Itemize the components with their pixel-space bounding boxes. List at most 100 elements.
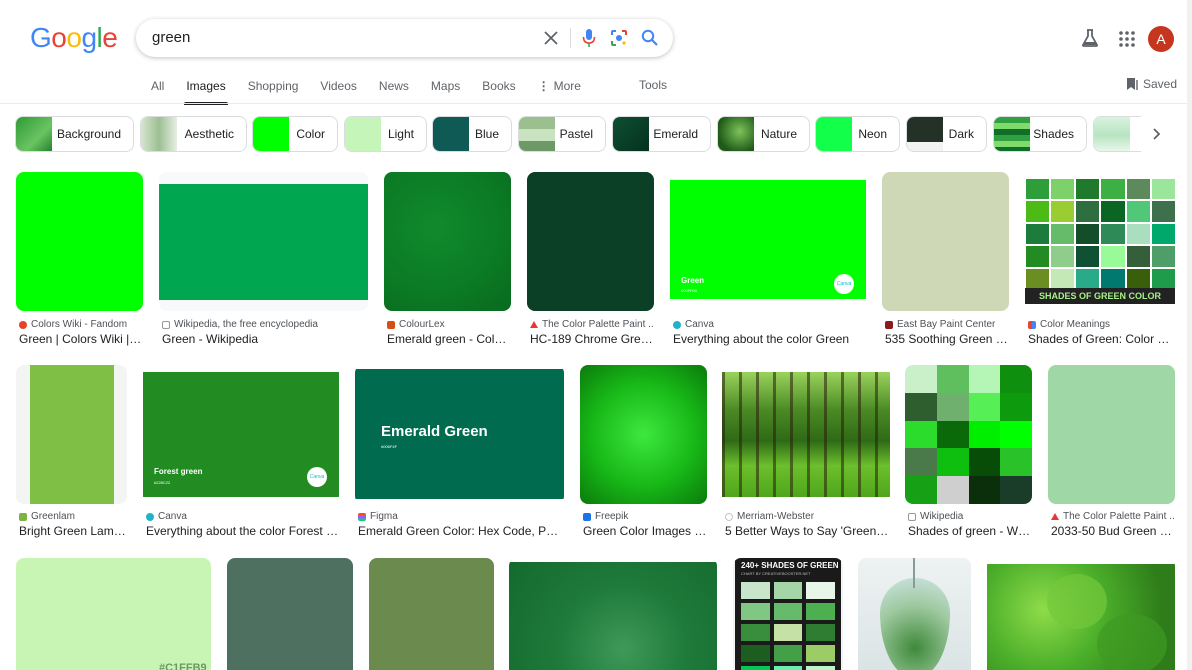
chip-background[interactable]: Background xyxy=(15,116,134,152)
search-divider xyxy=(570,28,571,48)
image-result[interactable] xyxy=(369,558,494,670)
favicon-icon xyxy=(725,512,733,521)
google-logo[interactable]: Google xyxy=(30,22,118,54)
result-source[interactable]: The Color Palette Paint ... xyxy=(1051,511,1175,522)
lens-icon[interactable] xyxy=(608,27,630,49)
image-result[interactable] xyxy=(580,365,707,504)
tab-shopping[interactable]: Shopping xyxy=(248,78,299,104)
chip-swatch xyxy=(718,117,754,151)
chip-swatch xyxy=(816,117,852,151)
chip-emerald[interactable]: Emerald xyxy=(612,116,711,152)
source-label: Greenlam xyxy=(31,511,75,522)
result-source[interactable]: Figma xyxy=(358,511,564,522)
image-result[interactable] xyxy=(384,172,511,311)
result-source[interactable]: Wikipedia xyxy=(908,511,1032,522)
image-result[interactable] xyxy=(159,172,368,311)
result-source[interactable]: ColourLex xyxy=(387,319,511,330)
logo-letter: G xyxy=(30,22,52,53)
image-result[interactable]: #C1FFB9 xyxy=(16,558,211,670)
clear-icon[interactable] xyxy=(540,27,562,49)
result-title[interactable]: Emerald green - Colour... xyxy=(387,332,511,346)
source-label: East Bay Paint Center xyxy=(897,319,996,330)
image-result[interactable] xyxy=(722,365,890,504)
chip-pastel[interactable]: Pastel xyxy=(518,116,606,152)
result-title[interactable]: Green Color Images - F... xyxy=(583,524,707,538)
chip-swatch xyxy=(253,117,289,151)
shades-chart: 240+ SHADES OF GREEN CHART BY CREATIVEBO… xyxy=(735,558,841,670)
result-title[interactable]: Everything about the color Green xyxy=(673,332,866,346)
chevron-right-icon[interactable] xyxy=(1144,122,1168,146)
result-source[interactable]: East Bay Paint Center xyxy=(885,319,1009,330)
search-icon[interactable] xyxy=(639,27,661,49)
image-result[interactable] xyxy=(509,558,717,670)
chip-dark[interactable]: Dark xyxy=(906,116,987,152)
result-title[interactable]: 2033-50 Bud Green - P... xyxy=(1051,524,1175,538)
result-title[interactable]: Shades of green - Wiki... xyxy=(908,524,1032,538)
chip-shades[interactable]: Shades xyxy=(993,116,1087,152)
chip-label: Pastel xyxy=(559,127,593,141)
image-result[interactable] xyxy=(16,172,143,311)
result-title[interactable]: Bright Green Lamin... xyxy=(19,524,127,538)
result-source[interactable]: Color Meanings xyxy=(1028,319,1175,330)
chip-neon[interactable]: Neon xyxy=(815,116,900,152)
search-box[interactable]: green xyxy=(136,19,673,57)
tab-maps[interactable]: Maps xyxy=(431,78,460,104)
image-result[interactable] xyxy=(16,365,127,504)
image-result[interactable]: SHADES OF GREEN COLOR xyxy=(1025,172,1175,311)
chip-light[interactable]: Light xyxy=(344,116,427,152)
chart-subtitle: CHART BY CREATIVEBOOSTER.NET xyxy=(741,571,811,576)
image-swatch: Forest green #228C22 Canva xyxy=(143,372,339,497)
image-result[interactable]: Forest green #228C22 Canva xyxy=(143,365,339,504)
image-result[interactable]: Emerald Green #006F4F xyxy=(355,365,564,504)
result-source[interactable]: Freepik xyxy=(583,511,707,522)
chip-blue[interactable]: Blue xyxy=(432,116,512,152)
page-scrollbar[interactable] xyxy=(1187,0,1192,670)
result-source[interactable]: Greenlam xyxy=(19,511,127,522)
result-title[interactable]: 5 Better Ways to Say 'Green' | ... xyxy=(725,524,890,538)
result-title[interactable]: Green - Wikipedia xyxy=(162,332,368,346)
result-title[interactable]: HC-189 Chrome Green ... xyxy=(530,332,654,346)
tools-button[interactable]: Tools xyxy=(639,78,667,92)
image-caption: Forest green xyxy=(154,467,203,476)
labs-flask-icon[interactable] xyxy=(1080,28,1100,48)
wikipedia-icon xyxy=(908,512,916,521)
result-source[interactable]: Canva xyxy=(673,319,866,330)
tab-images[interactable]: Images xyxy=(184,78,229,105)
account-avatar[interactable]: A xyxy=(1148,26,1174,52)
image-result[interactable] xyxy=(527,172,654,311)
result-title[interactable]: Shades of Green: Color Na... xyxy=(1028,332,1175,346)
microphone-icon[interactable] xyxy=(578,27,600,49)
result-source[interactable]: The Color Palette Paint ... xyxy=(530,319,654,330)
chip-partial[interactable] xyxy=(1093,116,1141,152)
tab-books[interactable]: Books xyxy=(482,78,515,104)
image-result[interactable] xyxy=(1048,365,1175,504)
image-result[interactable] xyxy=(227,558,353,670)
image-result[interactable] xyxy=(858,558,971,670)
tab-news[interactable]: News xyxy=(379,78,409,104)
result-source[interactable]: Canva xyxy=(146,511,339,522)
tab-more[interactable]: ⋮ More xyxy=(538,78,581,104)
result-title[interactable]: Emerald Green Color: Hex Code, Palett... xyxy=(358,524,564,538)
tab-all[interactable]: All xyxy=(151,78,164,104)
result-title[interactable]: 535 Soothing Green - P... xyxy=(885,332,1009,346)
result-title[interactable]: Everything about the color Forest Gr... xyxy=(146,524,339,538)
image-result[interactable] xyxy=(882,172,1009,311)
image-result[interactable] xyxy=(905,365,1032,504)
search-input[interactable]: green xyxy=(152,29,190,46)
result-source[interactable]: Colors Wiki - Fandom xyxy=(19,319,143,330)
image-result[interactable] xyxy=(987,558,1175,670)
saved-button[interactable]: Saved xyxy=(1126,77,1177,91)
chart-title: 240+ SHADES OF GREEN xyxy=(741,561,839,570)
apps-grid-icon[interactable] xyxy=(1118,30,1136,48)
result-title[interactable]: Green | Colors Wiki | F... xyxy=(19,332,143,346)
image-swatch: Emerald Green #006F4F xyxy=(355,369,564,499)
image-caption: Emerald Green xyxy=(381,423,488,440)
result-source[interactable]: Merriam-Webster xyxy=(725,511,890,522)
image-result[interactable]: 240+ SHADES OF GREEN CHART BY CREATIVEBO… xyxy=(733,558,843,670)
tab-videos[interactable]: Videos xyxy=(320,78,356,104)
image-result[interactable]: Green #00FF00 Canva xyxy=(670,172,866,311)
chip-aesthetic[interactable]: Aesthetic xyxy=(140,116,247,152)
chip-nature[interactable]: Nature xyxy=(717,116,810,152)
result-source[interactable]: Wikipedia, the free encyclopedia xyxy=(162,319,368,330)
chip-color[interactable]: Color xyxy=(252,116,338,152)
